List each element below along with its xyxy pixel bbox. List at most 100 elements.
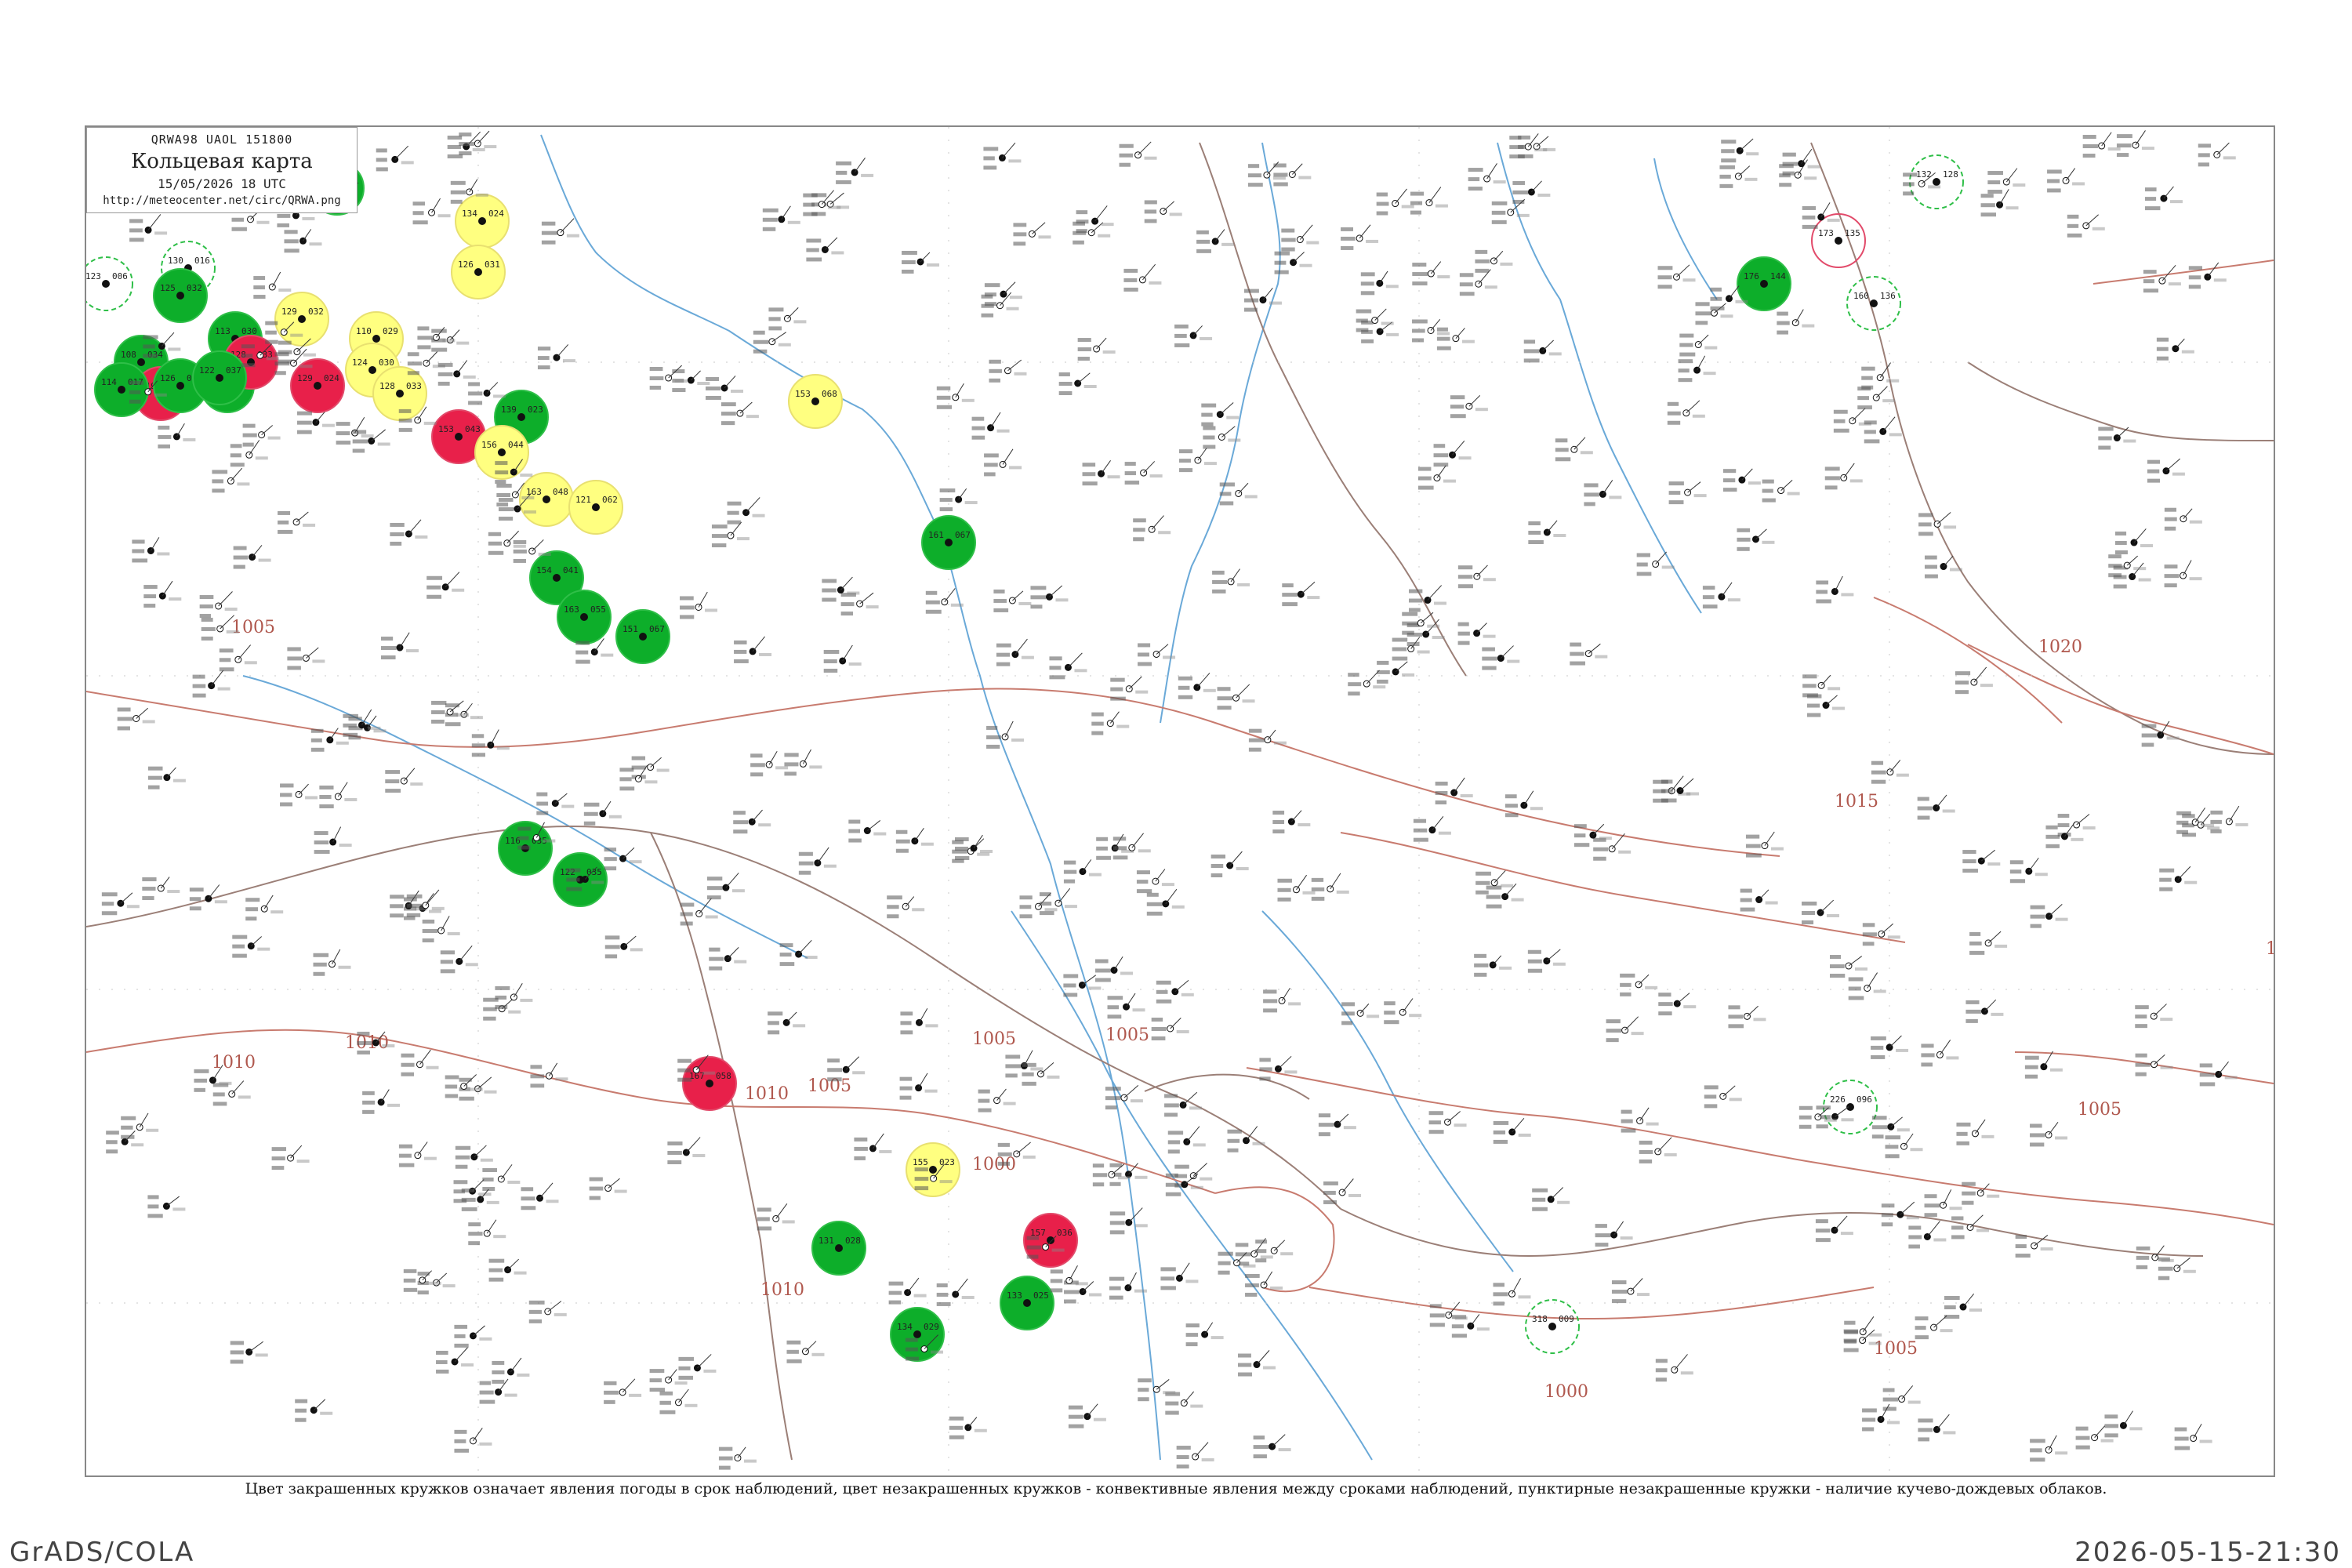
- station-glyph: [1802, 202, 1840, 229]
- station-temperature: 160: [1853, 291, 1869, 301]
- station-temperature: 124: [352, 358, 368, 368]
- station-glyph: [2114, 528, 2153, 555]
- station-glyph: [1151, 1018, 1189, 1041]
- station-glyph: [1848, 972, 1886, 1000]
- station-glyph: [1962, 1181, 2000, 1205]
- station-glyph: [1621, 1107, 1659, 1133]
- station-pressure: 144: [1770, 271, 1786, 281]
- station-glyph: [1475, 249, 1513, 273]
- station-glyph: [720, 401, 759, 426]
- station-glyph: [1165, 1391, 1203, 1415]
- station-glyph: [1176, 1442, 1214, 1469]
- page-title: Кольцевая карта: [131, 150, 313, 173]
- station-plot: 167 058: [682, 1056, 737, 1111]
- station-glyph: [440, 946, 478, 974]
- station-temperature: 128: [379, 381, 395, 391]
- station-glyph: [454, 1324, 492, 1348]
- station-glyph: [1068, 1403, 1106, 1428]
- station-marker: [811, 397, 819, 405]
- station-glyph: [482, 1164, 521, 1191]
- station-glyph: [1185, 1322, 1224, 1347]
- station-marker: [706, 1080, 713, 1087]
- station-temperature: 156: [481, 440, 497, 450]
- station-temperature: 134: [462, 209, 477, 219]
- station-glyph: [212, 467, 250, 493]
- station-marker: [592, 503, 600, 511]
- station-glyph: [768, 307, 807, 331]
- station-glyph: [1413, 815, 1451, 842]
- station-glyph: [709, 947, 747, 971]
- station-glyph: [1702, 582, 1740, 609]
- station-plot: 173 135: [1811, 213, 1866, 268]
- source-url[interactable]: http://meteocenter.net/circ/QRWA.png: [87, 194, 357, 207]
- station-plot: 157 036: [1023, 1213, 1078, 1268]
- station-glyph: [1433, 441, 1472, 467]
- station-glyph: [454, 1428, 492, 1453]
- station-glyph: [1030, 585, 1069, 609]
- station-glyph: [2144, 186, 2183, 211]
- station-glyph: [2030, 904, 2068, 928]
- station-glyph: [1661, 778, 1700, 803]
- station-glyph: [101, 892, 140, 916]
- isobar-label: 1010: [2266, 939, 2274, 959]
- station-glyph: [1259, 1055, 1298, 1081]
- station-glyph: [287, 647, 325, 670]
- station-glyph: [278, 510, 316, 534]
- station-glyph: [1918, 1414, 1956, 1442]
- station-glyph: [750, 750, 789, 777]
- station-glyph: [1076, 205, 1114, 234]
- station-glyph: [412, 198, 451, 225]
- station-glyph: [706, 873, 745, 900]
- station-marker: [1933, 178, 1940, 186]
- station-glyph: [680, 591, 718, 619]
- station-plot: 129 024: [290, 358, 345, 413]
- station-glyph: [1695, 302, 1733, 325]
- station-temperature: 129: [297, 373, 313, 383]
- station-glyph: [1745, 831, 1784, 858]
- station-glyph: [483, 996, 521, 1021]
- station-temperature: 176: [1744, 271, 1759, 281]
- station-glyph: [1829, 955, 1867, 978]
- station-glyph: [1620, 973, 1658, 996]
- station-glyph: [1573, 823, 1612, 848]
- isobar-label: 1005: [231, 618, 275, 637]
- station-marker: [929, 1166, 937, 1174]
- station-glyph: [1384, 998, 1422, 1025]
- observation-time: 15/05/2026 18 UTC: [158, 176, 286, 191]
- station-marker: [455, 433, 463, 441]
- station-glyph: [649, 1369, 688, 1392]
- station-pressure: 128: [1943, 169, 1958, 180]
- station-marker: [913, 1330, 921, 1338]
- station-glyph: [471, 729, 510, 757]
- station-glyph: [406, 889, 445, 917]
- station-plot: 129 032: [274, 292, 329, 347]
- station-glyph: [528, 1300, 567, 1323]
- station-glyph: [1668, 481, 1707, 505]
- station-glyph: [199, 591, 238, 619]
- station-temperature: 126: [458, 260, 474, 270]
- station-glyph: [757, 1203, 795, 1231]
- station-glyph: [1468, 163, 1506, 191]
- isobar-label: 1015: [1835, 792, 1878, 811]
- station-glyph: [1402, 612, 1440, 635]
- station-glyph: [2030, 1122, 2068, 1147]
- station-glyph: [1377, 660, 1415, 684]
- legend-caption: Цвет закрашенных кружков означает явлени…: [245, 1480, 2107, 1497]
- station-glyph: [1881, 1201, 1919, 1227]
- station-marker: [176, 292, 184, 299]
- station-glyph: [1318, 1113, 1356, 1137]
- station-temperature: 173: [1818, 228, 1834, 238]
- station-temperature: 113: [215, 326, 230, 336]
- station-glyph: [1639, 1137, 1677, 1163]
- station-pressure: 029: [383, 326, 398, 336]
- station-pressure: 044: [508, 440, 524, 450]
- station-glyph: [117, 707, 155, 731]
- station-glyph: [2164, 507, 2202, 531]
- station-glyph: [492, 1357, 530, 1384]
- station-glyph: [1918, 512, 1957, 536]
- station-glyph: [319, 782, 358, 808]
- station-glyph: [718, 1446, 757, 1470]
- station-glyph: [437, 360, 476, 386]
- station-glyph: [1523, 339, 1562, 363]
- rivers: [242, 134, 1718, 1461]
